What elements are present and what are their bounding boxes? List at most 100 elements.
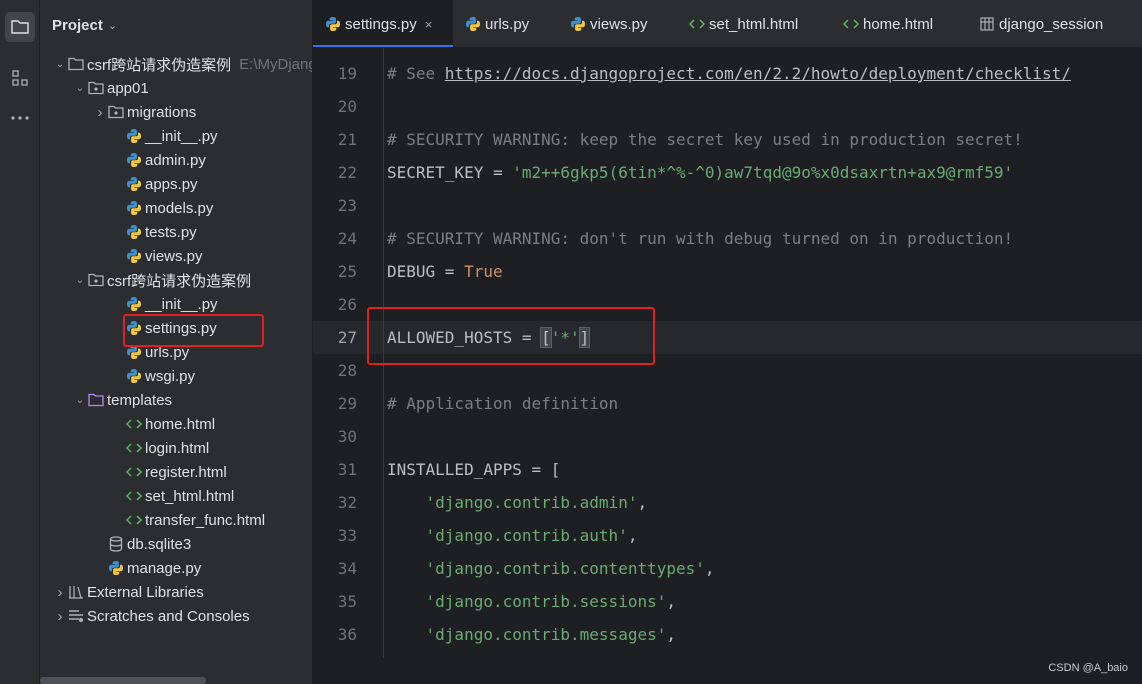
tree-item[interactable]: admin.py [110, 148, 206, 172]
tree-item[interactable]: › External Libraries [52, 580, 204, 604]
code-line[interactable]: 21 # SECURITY WARNING: keep the secret ke… [313, 123, 1142, 156]
code-line[interactable]: 24 # SECURITY WARNING: don't run with deb… [313, 222, 1142, 255]
project-view-selector[interactable]: Project ⌄ [52, 17, 117, 34]
chevron-down-icon[interactable]: ⌄ [52, 59, 68, 70]
doc-link[interactable]: https://docs.djangoproject.com/en/2.2/ho… [445, 64, 1071, 83]
horizontal-scrollbar[interactable] [40, 677, 206, 684]
python-file-icon [126, 200, 142, 216]
tree-item[interactable]: transfer_func.html [110, 508, 265, 532]
code-token: , [637, 493, 648, 512]
code-line[interactable]: 22 SECRET_KEY = 'm2++6gkp5(6tin*^%-^0)aw7… [313, 156, 1142, 189]
chevron-down-icon[interactable]: ⌄ [72, 395, 88, 406]
tab-urls-py[interactable]: urls.py [453, 0, 558, 47]
tree-item[interactable]: register.html [110, 460, 227, 484]
close-icon[interactable]: × [425, 17, 433, 32]
tab-label: urls.py [485, 15, 530, 33]
scratches-icon [68, 608, 84, 624]
chevron-right-icon[interactable]: › [92, 104, 108, 121]
tree-item[interactable]: tests.py [110, 220, 197, 244]
line-number: 27 [337, 328, 357, 347]
chevron-down-icon[interactable]: ⌄ [72, 275, 88, 286]
code-token: # SECURITY WARNING: keep the secret key … [387, 130, 1023, 149]
tree-item[interactable]: models.py [110, 196, 213, 220]
structure-icon [12, 70, 28, 86]
more-tools-button[interactable] [5, 103, 35, 133]
code-line[interactable]: 35 'django.contrib.sessions', [313, 585, 1142, 618]
tree-item-label: External Libraries [87, 583, 204, 601]
code-line[interactable]: 25 DEBUG = True [313, 255, 1142, 288]
code-line[interactable]: 29 # Application definition [313, 387, 1142, 420]
line-number: 33 [337, 526, 357, 545]
tree-item[interactable]: wsgi.py [110, 364, 195, 388]
tree-item-label: apps.py [145, 175, 198, 193]
project-tool-button[interactable] [5, 12, 35, 42]
line-number: 22 [337, 163, 357, 182]
tab-label: settings.py [345, 15, 417, 33]
code-line[interactable]: 34 'django.contrib.contenttypes', [313, 552, 1142, 585]
tree-item[interactable]: apps.py [110, 172, 198, 196]
code-text: INSTALLED_APPS = [ [387, 460, 560, 479]
structure-tool-button[interactable] [5, 63, 35, 93]
chevron-right-icon[interactable]: › [52, 608, 68, 625]
package-icon [88, 80, 104, 96]
tree-item[interactable]: db.sqlite3 [92, 532, 191, 556]
tree-item[interactable]: __init__.py [110, 124, 218, 148]
code-token: 'm2++6gkp5(6tin*^%-^0)aw7tqd@9o%x0dsaxrt… [512, 163, 1014, 182]
chevron-down-icon: ⌄ [107, 20, 118, 32]
python-file-icon [325, 16, 341, 32]
code-text: 'django.contrib.sessions', [387, 592, 676, 611]
html-file-icon [126, 464, 142, 480]
tree-item-label: manage.py [127, 559, 202, 577]
code-text: SECRET_KEY = 'm2++6gkp5(6tin*^%-^0)aw7tq… [387, 163, 1013, 182]
tree-item[interactable]: login.html [110, 436, 209, 460]
tree-item[interactable]: set_html.html [110, 484, 234, 508]
tree-item[interactable]: views.py [110, 244, 203, 268]
tree-item-label: login.html [145, 439, 210, 457]
tab-django-session[interactable]: django_session [967, 0, 1127, 47]
tree-item[interactable]: ⌄ app01 [72, 76, 149, 100]
chevron-down-icon[interactable]: ⌄ [72, 83, 88, 94]
code-line[interactable]: 36 'django.contrib.messages', [313, 618, 1142, 651]
code-line[interactable]: 20 [313, 90, 1142, 123]
code-token: 'django.contrib.messages' [425, 625, 667, 644]
tab-set-html-html[interactable]: set_html.html [677, 0, 831, 47]
code-text: 'django.contrib.admin', [387, 493, 648, 512]
tree-item[interactable]: manage.py [92, 556, 201, 580]
tree-item-label: register.html [145, 463, 227, 481]
tree-item[interactable]: › migrations [92, 100, 197, 124]
tree-item[interactable]: › Scratches and Consoles [52, 604, 250, 628]
tab-settings-py[interactable]: settings.py × [313, 0, 453, 47]
template-folder-icon [88, 392, 104, 408]
tree-item[interactable]: home.html [110, 412, 215, 436]
tree-item[interactable]: __init__.py [110, 292, 218, 316]
code-text: # Application definition [387, 394, 618, 413]
activity-bar [0, 0, 40, 684]
code-line[interactable]: 23 [313, 189, 1142, 222]
code-line[interactable]: 30 [313, 420, 1142, 453]
tab-label: views.py [590, 15, 648, 33]
python-file-icon [126, 152, 142, 168]
code-line[interactable]: 33 'django.contrib.auth', [313, 519, 1142, 552]
html-file-icon [126, 512, 142, 528]
code-line[interactable]: 31 INSTALLED_APPS = [ [313, 453, 1142, 486]
tree-item[interactable]: ⌄ templates [72, 388, 172, 412]
chevron-right-icon[interactable]: › [52, 584, 68, 601]
code-token: # See [387, 64, 445, 83]
code-text: # SECURITY WARNING: don't run with debug… [387, 229, 1013, 248]
tab-home-html[interactable]: home.html [831, 0, 967, 47]
code-line[interactable]: 19 # See https://docs.djangoproject.com/e… [313, 57, 1142, 90]
code-line[interactable]: 32 'django.contrib.admin', [313, 486, 1142, 519]
tab-views-py[interactable]: views.py [558, 0, 677, 47]
tree-item[interactable]: ⌄ csrf跨站请求伪造案例 E:\MyDjang [52, 52, 312, 76]
html-file-icon [689, 16, 705, 32]
tree-item[interactable]: ⌄ csrf跨站请求伪造案例 [72, 268, 251, 292]
tab-label: set_html.html [709, 15, 799, 33]
html-file-icon [126, 488, 142, 504]
code-token: # SECURITY WARNING: don't run with debug… [387, 229, 1014, 248]
tree-item-label: Scratches and Consoles [87, 607, 250, 625]
allowed-hosts-highlight-box [367, 307, 655, 365]
python-file-icon [126, 176, 142, 192]
python-file-icon [126, 224, 142, 240]
